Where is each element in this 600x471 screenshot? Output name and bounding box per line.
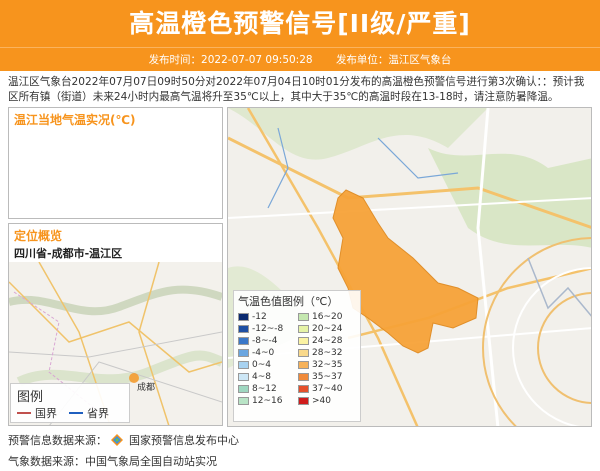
temperature-legend-item: 16~20	[298, 312, 356, 322]
temperature-swatch-icon	[238, 337, 249, 345]
weather-source: 气象数据来源：中国气象局全国自动站实况	[8, 455, 217, 468]
province-border-line-icon	[69, 412, 83, 414]
temperature-swatch-icon	[298, 397, 309, 405]
temperature-legend-item: 37~40	[298, 384, 356, 394]
warning-title: 高温橙色预警信号[II级/严重]	[0, 0, 600, 47]
location-overview-title: 定位概览	[14, 229, 63, 243]
temperature-swatch-icon	[238, 385, 249, 393]
temperature-swatch-icon	[298, 385, 309, 393]
legend-item-province-border: 省界	[63, 405, 115, 421]
temperature-swatch-icon	[298, 361, 309, 369]
national-border-line-icon	[17, 412, 31, 414]
legend-label: 国界	[35, 407, 57, 420]
temperature-range-label: 35~37	[312, 372, 343, 382]
temperature-legend-item: 0~4	[238, 360, 296, 370]
warning-source-label: 预警信息数据来源：	[8, 434, 107, 447]
temperature-range-label: 32~35	[312, 360, 343, 370]
temperature-swatch-icon	[298, 349, 309, 357]
location-marker	[129, 373, 139, 383]
temperature-swatch-icon	[238, 325, 249, 333]
temperature-range-label: 0~4	[252, 360, 271, 370]
temperature-range-label: >40	[312, 396, 331, 406]
map-legend-title: 图例	[17, 390, 44, 405]
temperature-range-label: 20~24	[312, 324, 343, 334]
warning-center-logo-icon	[110, 434, 123, 446]
temperature-range-label: 8~12	[252, 384, 277, 394]
temperature-swatch-icon	[238, 373, 249, 381]
temperature-range-label: 37~40	[312, 384, 343, 394]
city-label: 成都	[137, 381, 155, 393]
temperature-legend-item: 35~37	[298, 372, 356, 382]
temperature-range-label: -12	[252, 312, 267, 322]
publish-time: 发布时间：2022-07-07 09:50:28	[148, 54, 313, 66]
temperature-legend-item: 8~12	[238, 384, 296, 394]
temperature-range-label: 24~28	[312, 336, 343, 346]
temperature-legend-item: 32~35	[298, 360, 356, 370]
map-legend: 图例 国界 省界	[10, 383, 130, 423]
local-temperature-title: 温江当地气温实况(℃)	[14, 113, 136, 127]
temperature-range-label: 4~8	[252, 372, 271, 382]
temperature-swatch-icon	[298, 325, 309, 333]
temperature-legend-item: 4~8	[238, 372, 296, 382]
temperature-swatch-icon	[298, 373, 309, 381]
temperature-swatch-icon	[298, 337, 309, 345]
warning-description: 温江区气象台2022年07月07日09时50分对2022年07月04日10时01…	[8, 76, 585, 103]
temperature-legend-grid: -12 16~20 -12~-8 20~24 -8~-4 24~28 -4~0 28~32 0~…	[238, 312, 356, 406]
legend-label: 省界	[87, 407, 109, 420]
warning-source: 预警信息数据来源： 国家预警信息发布中心	[8, 432, 239, 448]
temperature-legend-item: -12~-8	[238, 324, 296, 334]
location-path: 四川省-成都市-温江区	[14, 247, 123, 260]
warning-meta-bar: 发布时间：2022-07-07 09:50:28 发布单位：温江区气象台	[0, 47, 600, 71]
temperature-range-label: -8~-4	[252, 336, 278, 346]
temperature-swatch-icon	[238, 349, 249, 357]
temperature-legend-item: 28~32	[298, 348, 356, 358]
temperature-range-label: -12~-8	[252, 324, 284, 334]
temperature-swatch-icon	[238, 397, 249, 405]
temperature-legend-item: 12~16	[238, 396, 296, 406]
temperature-legend-item: -12	[238, 312, 296, 322]
local-temperature-panel: 温江当地气温实况(℃)	[8, 107, 223, 219]
temperature-swatch-icon	[298, 313, 309, 321]
temperature-legend-item: -4~0	[238, 348, 296, 358]
temperature-legend-item: 24~28	[298, 336, 356, 346]
temperature-swatch-icon	[238, 361, 249, 369]
temperature-legend-item: -8~-4	[238, 336, 296, 346]
legend-item-national-border: 国界	[11, 405, 63, 421]
temperature-legend-title: 气温色值图例（℃）	[238, 295, 339, 308]
temperature-swatch-icon	[238, 313, 249, 321]
temperature-color-legend: 气温色值图例（℃） -12 16~20 -12~-8 20~24 -8~-4 24~28-…	[233, 290, 361, 422]
temperature-range-label: 16~20	[312, 312, 343, 322]
district-map[interactable]: 气温色值图例（℃） -12 16~20 -12~-8 20~24 -8~-4 24~28-…	[227, 107, 592, 427]
warning-source-name[interactable]: 国家预警信息发布中心	[129, 434, 239, 447]
temperature-range-label: -4~0	[252, 348, 275, 358]
publisher: 发布单位：温江区气象台	[335, 54, 452, 66]
temperature-range-label: 12~16	[252, 396, 283, 406]
temperature-legend-item: 20~24	[298, 324, 356, 334]
temperature-range-label: 28~32	[312, 348, 343, 358]
temperature-legend-item: >40	[298, 396, 356, 406]
